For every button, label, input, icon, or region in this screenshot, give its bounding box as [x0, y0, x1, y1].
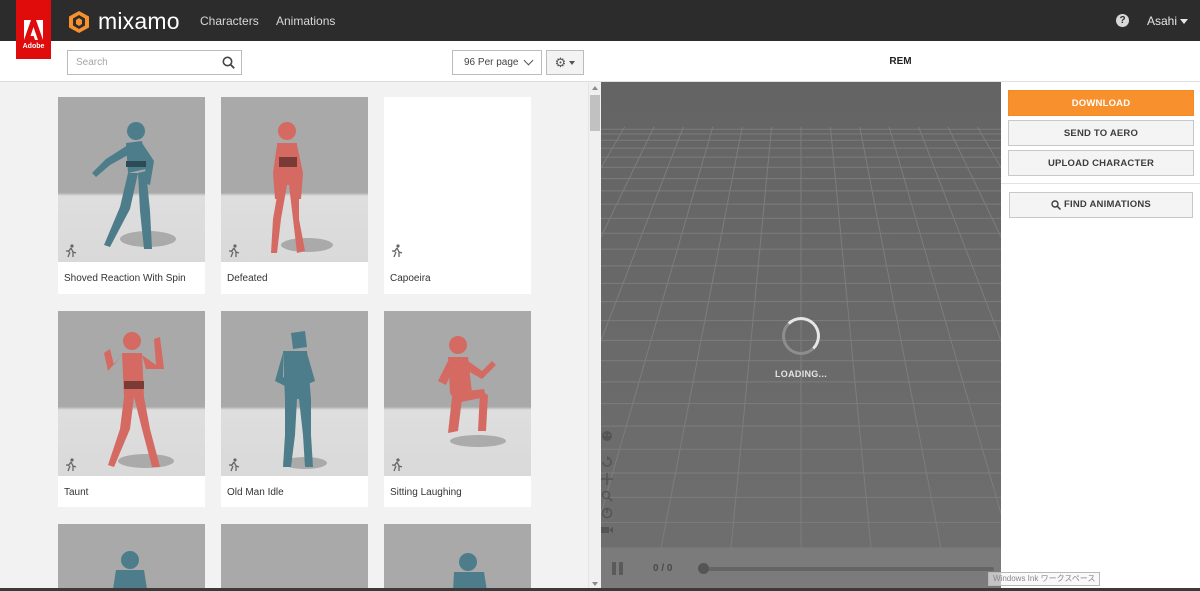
animation-thumbnail — [58, 524, 205, 591]
camera-icon[interactable] — [601, 524, 613, 536]
animation-card[interactable]: Old Man Idle — [221, 311, 368, 507]
floor-grid — [601, 82, 1001, 548]
grid-scrollbar[interactable] — [588, 83, 600, 591]
animation-browser: 96 Per page ⚙ — [0, 41, 601, 591]
animation-card[interactable]: Taunt — [58, 311, 205, 507]
pause-icon[interactable] — [612, 562, 624, 575]
animation-label: Capoeira — [390, 273, 431, 284]
animation-label: Shoved Reaction With Spin — [64, 273, 186, 284]
mixamo-logo[interactable]: mixamo — [67, 8, 180, 35]
animation-thumbnail — [384, 524, 531, 591]
user-name: Asahi — [1147, 14, 1178, 28]
red-character-figure — [104, 332, 174, 468]
animation-card[interactable] — [384, 524, 531, 591]
animation-card[interactable]: Capoeira — [384, 97, 531, 294]
animation-label: Old Man Idle — [227, 487, 284, 498]
scroll-up-arrow-icon[interactable] — [592, 86, 598, 90]
brand-name: mixamo — [98, 8, 180, 34]
settings-button[interactable]: ⚙ — [546, 50, 584, 75]
timeline-handle[interactable] — [698, 563, 709, 574]
teal-character-figure — [92, 122, 176, 249]
caret-down-icon — [569, 60, 576, 65]
send-to-aero-button[interactable]: SEND TO AERO — [1008, 120, 1194, 146]
browser-toolbar: 96 Per page ⚙ — [0, 41, 601, 82]
teal-character-figure — [112, 551, 148, 591]
animation-label: Sitting Laughing — [390, 487, 462, 498]
3d-viewport[interactable]: LOADING... — [601, 82, 1001, 548]
search-icon — [1051, 200, 1062, 210]
actions-panel: DOWNLOAD SEND TO AERO UPLOAD CHARACTER F… — [1001, 82, 1200, 591]
zoom-icon[interactable] — [601, 490, 613, 502]
animation-card[interactable] — [221, 524, 368, 591]
animation-thumbnail — [384, 311, 531, 476]
playback-bar: 0 / 0 — [601, 548, 1001, 591]
animation-thumbnail — [221, 311, 368, 476]
animation-thumbnail — [221, 97, 368, 262]
caret-down-icon — [1180, 18, 1189, 24]
nav-animations[interactable]: Animations — [276, 14, 335, 28]
per-page-value: 96 Per page — [464, 57, 519, 68]
download-button[interactable]: DOWNLOAD — [1008, 90, 1194, 116]
mixamo-hexagon-icon — [69, 10, 89, 33]
running-figure-icon — [229, 458, 240, 472]
move-icon[interactable] — [601, 473, 613, 485]
top-bar: mixamo Characters Animations ? Asahi — [0, 0, 1200, 41]
animation-thumbnail — [58, 311, 205, 476]
adobe-badge[interactable]: Adobe — [16, 0, 51, 59]
system-watermark: Windows Ink ワークスペース — [988, 572, 1100, 586]
animation-thumbnail — [384, 97, 531, 262]
animation-thumbnail — [58, 97, 205, 262]
gear-icon: ⚙ — [554, 55, 567, 70]
search-input[interactable] — [68, 51, 218, 74]
teal-character-figure — [275, 331, 327, 469]
running-figure-icon — [66, 458, 77, 472]
adobe-label: Adobe — [22, 43, 45, 50]
help-icon[interactable]: ? — [1116, 14, 1129, 27]
find-animations-label: FIND ANIMATIONS — [1064, 199, 1151, 210]
chevron-down-icon — [523, 55, 533, 66]
reset-icon[interactable] — [601, 507, 613, 519]
search-icon[interactable] — [222, 56, 235, 69]
divider — [1001, 183, 1200, 184]
animation-card[interactable]: Defeated — [221, 97, 368, 294]
character-name: REM — [889, 56, 912, 67]
running-figure-icon — [229, 244, 240, 258]
face-icon[interactable] — [601, 430, 613, 442]
user-menu[interactable]: Asahi — [1147, 14, 1189, 28]
find-animations-button[interactable]: FIND ANIMATIONS — [1009, 192, 1193, 218]
loading-spinner-icon — [782, 317, 820, 355]
nav-characters[interactable]: Characters — [200, 14, 259, 28]
running-figure-icon — [66, 244, 77, 258]
rotate-icon[interactable] — [601, 456, 613, 468]
loading-text: LOADING... — [775, 369, 827, 379]
viewer-header: REM — [601, 41, 1200, 82]
upload-character-button[interactable]: UPLOAD CHARACTER — [1008, 150, 1194, 176]
running-figure-icon — [392, 458, 403, 472]
scroll-down-arrow-icon[interactable] — [592, 582, 598, 586]
animation-card[interactable] — [58, 524, 205, 591]
red-character-figure — [271, 122, 333, 253]
per-page-select[interactable]: 96 Per page — [452, 50, 542, 75]
animation-card[interactable]: Shoved Reaction With Spin — [58, 97, 205, 294]
animation-thumbnail — [221, 524, 368, 591]
red-character-figure — [438, 336, 506, 447]
search-box[interactable] — [67, 50, 242, 75]
frame-counter: 0 / 0 — [653, 563, 673, 574]
animation-label: Defeated — [227, 273, 268, 284]
animation-card[interactable]: Sitting Laughing — [384, 311, 531, 507]
running-figure-icon — [392, 244, 403, 258]
timeline-track[interactable] — [704, 567, 994, 571]
animation-grid: Shoved Reaction With Spin Defeated Capoe… — [0, 83, 588, 591]
scrollbar-thumb[interactable] — [590, 95, 600, 131]
teal-character-figure — [453, 553, 487, 591]
adobe-a-icon — [24, 20, 43, 40]
animation-label: Taunt — [64, 487, 89, 498]
